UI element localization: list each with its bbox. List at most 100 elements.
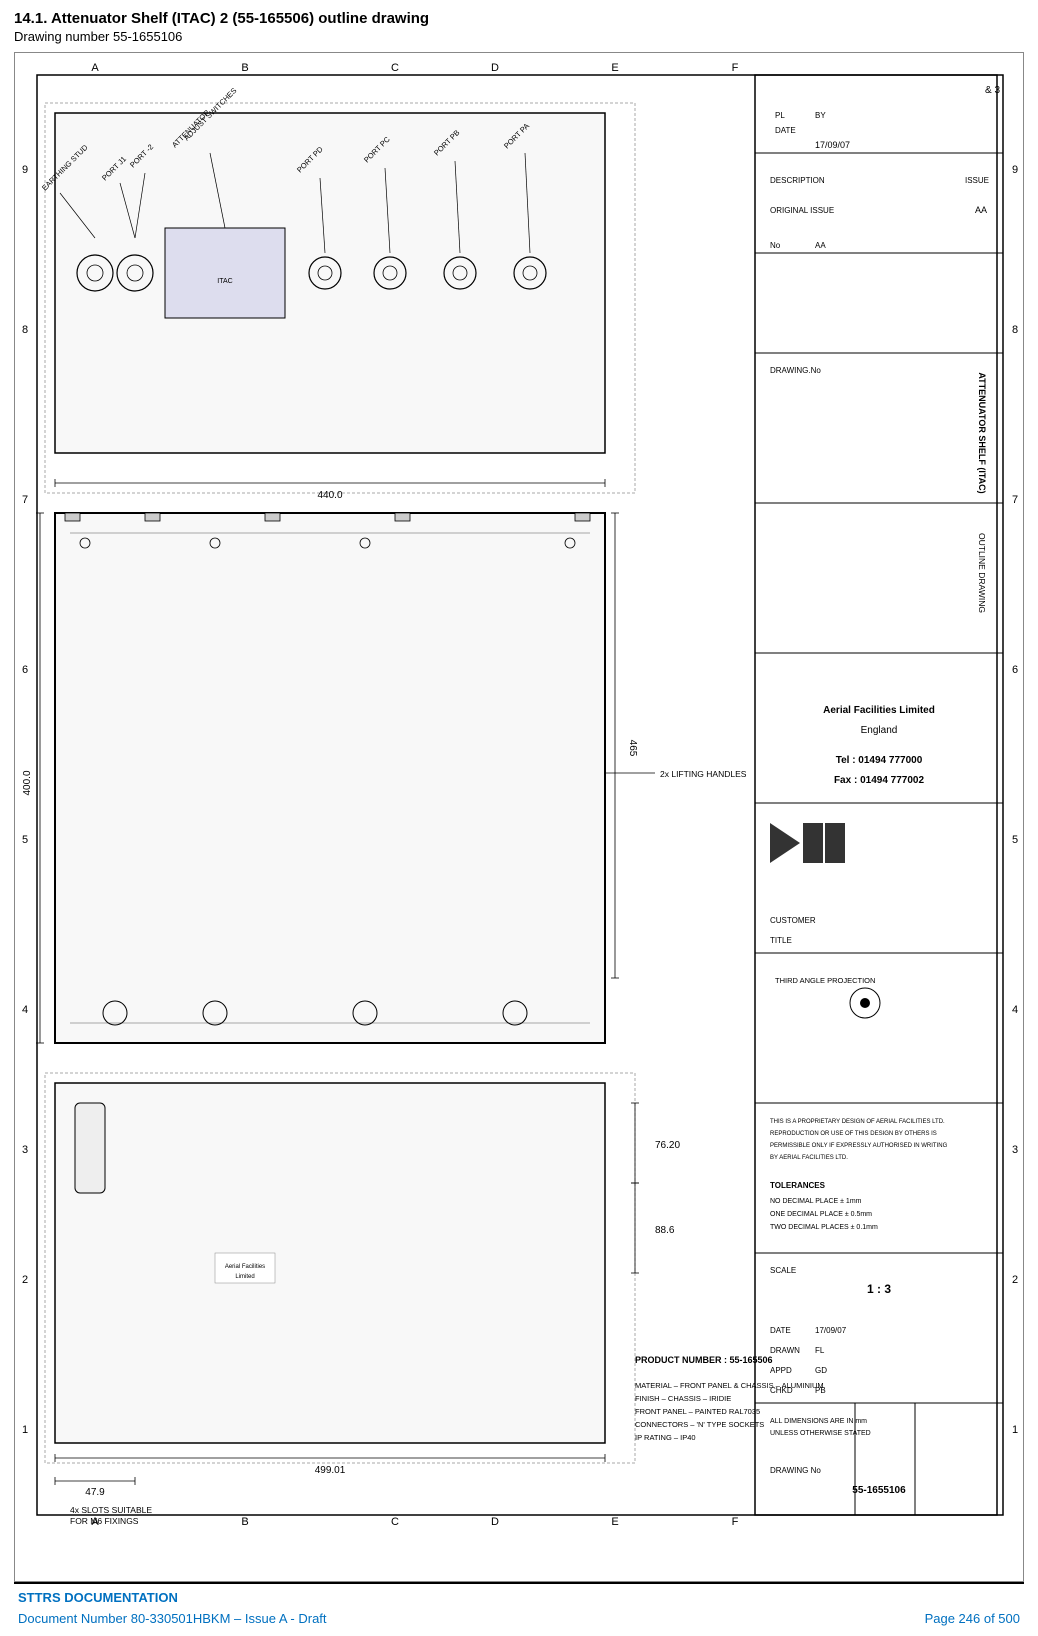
svg-text:REPRODUCTION OR USE OF THIS DE: REPRODUCTION OR USE OF THIS DESIGN BY OT… [770,1131,937,1137]
svg-text:PRODUCT NUMBER : 55-165506: PRODUCT NUMBER : 55-165506 [635,1355,773,1365]
svg-text:2: 2 [22,1274,28,1286]
svg-text:CONNECTORS – 'N' TYPE SOCKETS: CONNECTORS – 'N' TYPE SOCKETS [635,1420,764,1429]
svg-text:Fax : 01494 777002: Fax : 01494 777002 [834,775,925,786]
svg-text:9: 9 [22,164,28,176]
svg-text:MATERIAL – FRONT PANEL & CHASS: MATERIAL – FRONT PANEL & CHASSIS – ALUMI… [635,1381,824,1390]
svg-text:D: D [491,62,499,74]
svg-text:DRAWING No: DRAWING No [770,1466,821,1475]
footer-area: STTRS DOCUMENTATION Document Number 80-3… [14,1582,1024,1626]
footer-doc-number: Document Number 80-330501HBKM – Issue A … [18,1611,327,1626]
svg-text:PL: PL [775,111,785,120]
svg-text:BY: BY [815,111,826,120]
footer-doc-row: Document Number 80-330501HBKM – Issue A … [14,1607,1024,1626]
svg-text:4x SLOTS SUITABLE: 4x SLOTS SUITABLE [70,1505,152,1515]
svg-text:1: 1 [22,1424,28,1436]
svg-text:6: 6 [22,664,28,676]
svg-text:FL: FL [815,1346,825,1355]
svg-text:ORIGINAL ISSUE: ORIGINAL ISSUE [770,206,834,215]
svg-text:DRAWING.No: DRAWING.No [770,366,821,375]
svg-text:THIS IS A PROPRIETARY DESIGN O: THIS IS A PROPRIETARY DESIGN OF AERIAL F… [770,1119,945,1125]
svg-text:SCALE: SCALE [770,1266,796,1275]
drawing-area: A B C D E F A B C D E F 9 8 7 6 5 4 [14,52,1024,1582]
svg-text:C: C [391,1516,399,1528]
footer-page-info: Page 246 of 500 [925,1611,1020,1626]
svg-text:APPD: APPD [770,1366,792,1375]
footer-sttrs-label: STTRS DOCUMENTATION [14,1590,1024,1605]
svg-text:DESCRIPTION: DESCRIPTION [770,176,825,185]
svg-text:A: A [91,62,99,74]
svg-text:E: E [611,1516,618,1528]
svg-text:PB: PB [815,1386,826,1395]
svg-text:CUSTOMER: CUSTOMER [770,916,816,925]
svg-text:Tel : 01494 777000: Tel : 01494 777000 [836,755,923,766]
svg-text:England: England [861,725,898,736]
svg-text:TITLE: TITLE [770,936,792,945]
svg-text:3: 3 [22,1144,28,1156]
svg-text:2x LIFTING HANDLES: 2x LIFTING HANDLES [660,769,747,779]
svg-text:465: 465 [627,740,638,757]
svg-text:17/09/07: 17/09/07 [815,140,850,150]
svg-text:Limited: Limited [235,1274,254,1280]
svg-text:Aerial Facilities Limited: Aerial Facilities Limited [823,705,935,716]
svg-text:D: D [491,1516,499,1528]
svg-text:88.6: 88.6 [655,1225,675,1236]
svg-text:4: 4 [22,1004,28,1016]
drawing-svg: A B C D E F A B C D E F 9 8 7 6 5 4 [15,53,1023,1581]
svg-text:ITAC: ITAC [217,278,232,285]
drawing-number: Drawing number 55-1655106 [14,29,1024,44]
svg-text:DRAWN: DRAWN [770,1346,800,1355]
svg-text:Aerial Facilities: Aerial Facilities [225,1264,265,1270]
svg-text:FRONT PANEL – PAINTED RAL7035: FRONT PANEL – PAINTED RAL7035 [635,1407,760,1416]
svg-text:47.9: 47.9 [85,1487,105,1498]
svg-text:7: 7 [1012,494,1018,506]
svg-text:5: 5 [22,834,28,846]
svg-text:FINISH – CHASSIS – IRIDIE: FINISH – CHASSIS – IRIDIE [635,1394,731,1403]
svg-text:OUTLINE DRAWING: OUTLINE DRAWING [977,533,987,613]
svg-text:7: 7 [22,494,28,506]
svg-text:ONE DECIMAL PLACE ± 0.5mm: ONE DECIMAL PLACE ± 0.5mm [770,1211,872,1218]
svg-text:ALL DIMENSIONS ARE IN mm: ALL DIMENSIONS ARE IN mm [770,1418,867,1425]
svg-text:& 3: & 3 [985,85,1000,96]
svg-text:DATE: DATE [770,1326,791,1335]
page-title: 14.1. Attenuator Shelf (ITAC) 2 (55-1655… [14,10,1024,27]
svg-text:2: 2 [1012,1274,1018,1286]
svg-text:DATE: DATE [775,126,796,135]
svg-text:3: 3 [1012,1144,1018,1156]
svg-text:ATTENUATOR SHELF (ITAC): ATTENUATOR SHELF (ITAC) [977,372,987,493]
svg-text:ISSUE: ISSUE [965,176,989,185]
svg-text:AA: AA [975,205,987,215]
svg-text:499.01: 499.01 [315,1465,346,1476]
svg-text:440.0: 440.0 [317,490,342,501]
svg-text:FOR M6 FIXINGS: FOR M6 FIXINGS [70,1516,139,1526]
svg-text:IP RATING – IP40: IP RATING – IP40 [635,1433,696,1442]
svg-text:AA: AA [815,241,826,250]
svg-text:6: 6 [1012,664,1018,676]
svg-text:1 : 3: 1 : 3 [867,1282,891,1296]
svg-text:8: 8 [1012,324,1018,336]
svg-text:400.0: 400.0 [22,770,33,795]
svg-text:No: No [770,241,781,250]
svg-text:F: F [732,62,739,74]
svg-text:B: B [241,1516,248,1528]
svg-text:76.20: 76.20 [655,1140,680,1151]
svg-text:F: F [732,1516,739,1528]
svg-text:E: E [611,62,618,74]
svg-text:1: 1 [1012,1424,1018,1436]
svg-text:THIRD ANGLE PROJECTION: THIRD ANGLE PROJECTION [775,976,875,985]
svg-text:55-1655106: 55-1655106 [852,1485,906,1496]
svg-text:NO DECIMAL PLACE ± 1mm: NO DECIMAL PLACE ± 1mm [770,1198,862,1205]
svg-text:9: 9 [1012,164,1018,176]
svg-text:8: 8 [22,324,28,336]
svg-text:UNLESS OTHERWISE STATED: UNLESS OTHERWISE STATED [770,1430,871,1437]
svg-text:C: C [391,62,399,74]
svg-text:TWO DECIMAL PLACES ± 0.1mm: TWO DECIMAL PLACES ± 0.1mm [770,1224,878,1231]
svg-text:B: B [241,62,248,74]
svg-text:PERMISSIBLE ONLY IF EXPRESSLY: PERMISSIBLE ONLY IF EXPRESSLY AUTHORISED… [770,1143,948,1149]
svg-text:5: 5 [1012,834,1018,846]
svg-text:4: 4 [1012,1004,1018,1016]
svg-text:17/09/07: 17/09/07 [815,1326,847,1335]
svg-text:CHKD: CHKD [770,1386,793,1395]
svg-text:GD: GD [815,1366,827,1375]
svg-text:TOLERANCES: TOLERANCES [770,1181,826,1190]
svg-text:BY AERIAL FACILITIES LTD.: BY AERIAL FACILITIES LTD. [770,1155,848,1161]
